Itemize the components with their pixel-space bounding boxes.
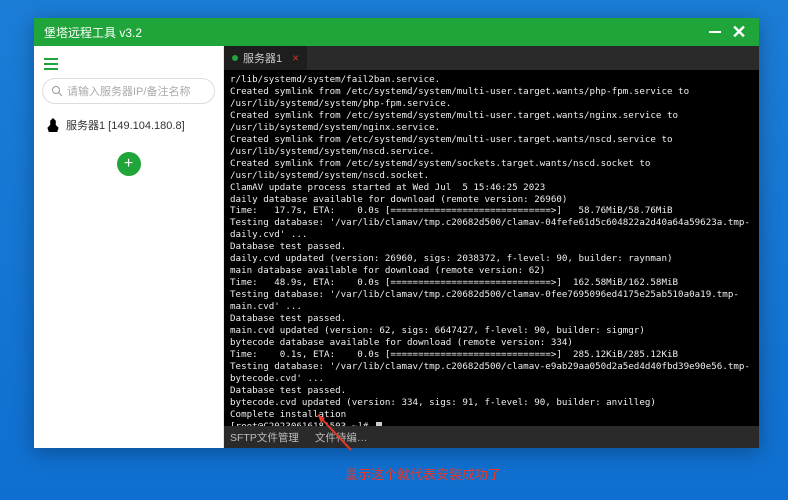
app-body: 请输入服务器IP/备注名称 服务器1 [149.104.180.8] + 服务器…: [34, 46, 759, 448]
close-button[interactable]: ✕: [727, 20, 751, 44]
close-icon: ✕: [731, 23, 746, 41]
arrow-icon: [313, 410, 363, 452]
sidebar: 请输入服务器IP/备注名称 服务器1 [149.104.180.8] +: [34, 46, 224, 448]
window-title: 堡塔远程工具 v3.2: [44, 24, 703, 41]
tab-server1[interactable]: 服务器1 ×: [224, 46, 307, 70]
tab-label: 服务器1: [243, 50, 282, 66]
linux-icon: [46, 118, 60, 132]
minimize-button[interactable]: [703, 20, 727, 44]
bottom-tabs: SFTP文件管理 文件待编…: [224, 426, 759, 448]
sftp-tab[interactable]: SFTP文件管理: [230, 430, 299, 445]
annotation-text: 显示这个就代表安装成功了: [345, 448, 501, 483]
search-icon: [51, 85, 63, 97]
search-placeholder: 请输入服务器IP/备注名称: [67, 83, 190, 99]
search-input[interactable]: 请输入服务器IP/备注名称: [42, 78, 215, 104]
annotation: 显示这个就代表安装成功了: [345, 448, 501, 483]
tab-bar: 服务器1 ×: [224, 46, 759, 70]
server-item[interactable]: 服务器1 [149.104.180.8]: [42, 112, 215, 138]
titlebar: 堡塔远程工具 v3.2 ✕: [34, 18, 759, 46]
plus-icon: +: [124, 155, 133, 173]
status-dot-icon: [232, 55, 238, 61]
server-label: 服务器1 [149.104.180.8]: [66, 117, 185, 133]
hamburger-icon[interactable]: [44, 58, 58, 70]
app-window: 堡塔远程工具 v3.2 ✕ 请输入服务器IP/备注名称 服务器1 [149.10…: [34, 18, 759, 448]
tab-close-button[interactable]: ×: [292, 51, 299, 65]
terminal-output[interactable]: r/lib/systemd/system/fail2ban.service.Cr…: [224, 70, 759, 426]
add-server-button[interactable]: +: [117, 152, 141, 176]
main-panel: 服务器1 × r/lib/systemd/system/fail2ban.ser…: [224, 46, 759, 448]
minimize-icon: [709, 31, 721, 33]
